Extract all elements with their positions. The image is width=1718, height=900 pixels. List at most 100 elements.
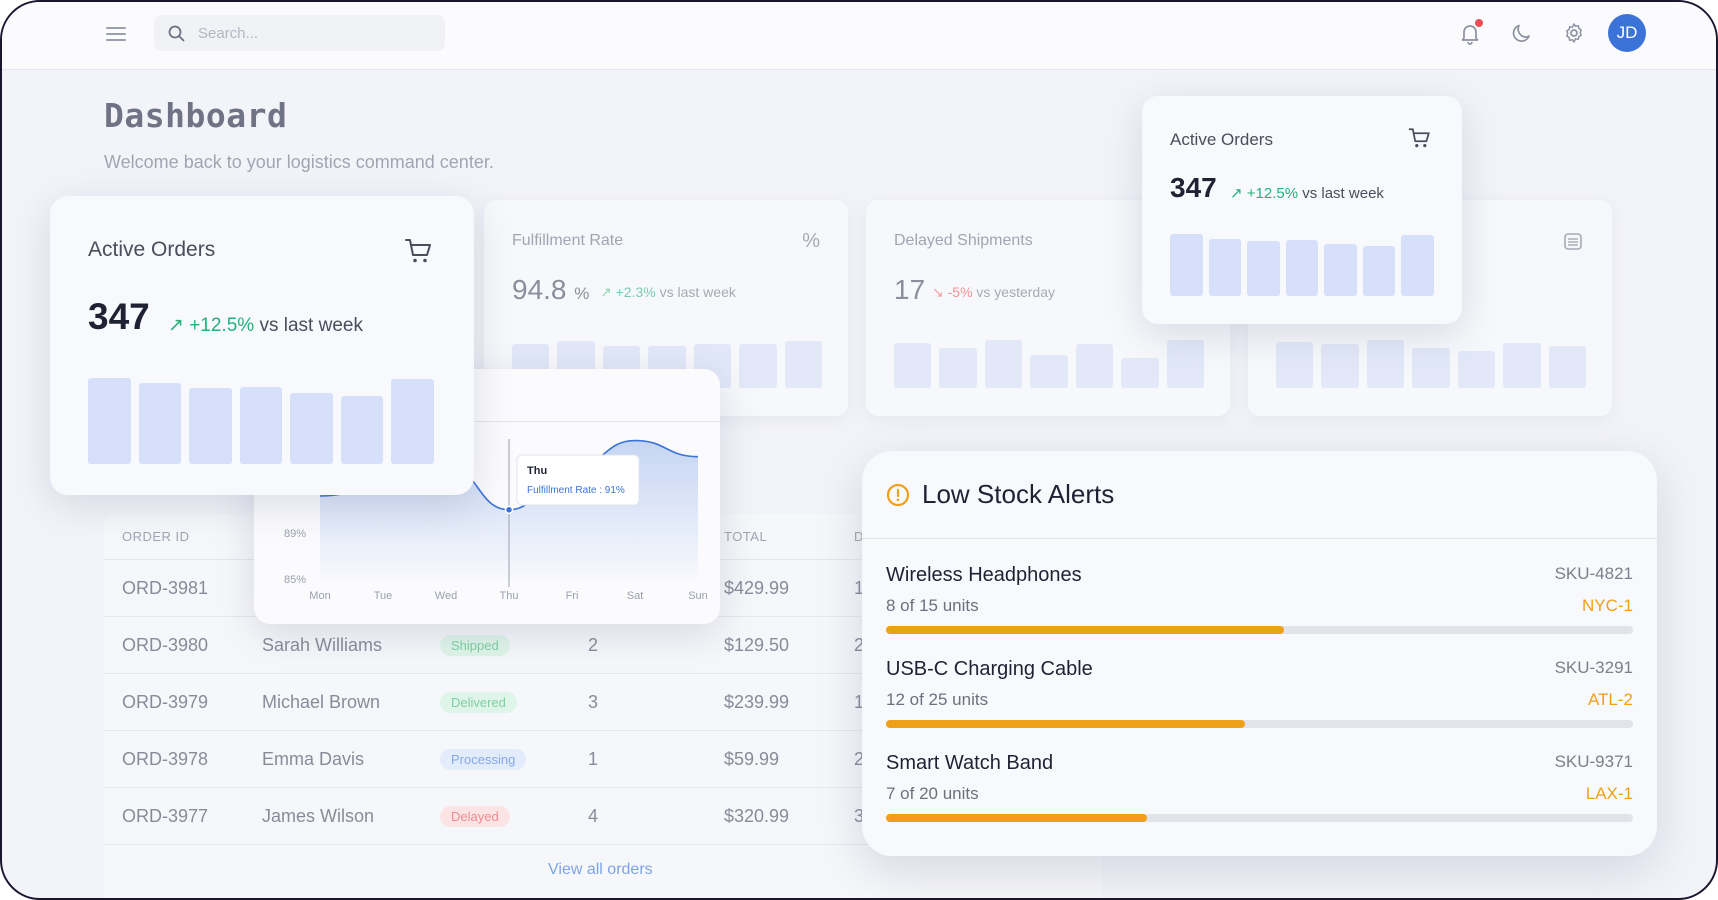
mini-bar <box>1208 238 1242 296</box>
status-badge: Processing <box>440 749 527 770</box>
product-name: Wireless Headphones <box>886 564 1082 586</box>
stat-value: 94.8 <box>512 274 567 305</box>
low-stock-item[interactable]: USB-C Charging Cable SKU-3291 12 of 25 uni… <box>886 658 1633 740</box>
stat-card-value: 94.8 % <box>512 274 589 306</box>
mini-bar <box>894 343 932 388</box>
chart-x-tick-label: Thu <box>500 590 519 602</box>
percent-icon: % <box>802 230 820 252</box>
stat-card-title: Delayed Shipments <box>894 232 1033 249</box>
stat-change-value: -5% <box>947 284 973 300</box>
chart-tooltip-day: Thu <box>527 465 547 477</box>
stat-unit: % <box>574 284 590 303</box>
stat-change-note: vs last week <box>1302 185 1384 202</box>
stat-card-change: ↗ +12.5% vs last week <box>168 314 363 337</box>
stock-progress-track <box>886 626 1633 634</box>
mini-bar <box>1285 240 1319 296</box>
table-cell-id: ORD-3978 <box>122 749 209 769</box>
mini-bar <box>340 395 384 464</box>
table-cell-customer: Michael Brown <box>262 692 381 712</box>
mini-bar <box>939 348 977 388</box>
mini-bar-chart <box>894 322 1204 388</box>
mini-bar <box>1075 344 1114 388</box>
chart-x-tick-label: Wed <box>435 590 457 602</box>
stock-units: 8 of 15 units <box>886 596 979 615</box>
trend-up-icon: ↗ <box>1230 185 1243 202</box>
product-sku: SKU-9371 <box>1554 752 1633 771</box>
low-stock-header: Low Stock Alerts <box>862 451 1657 539</box>
stat-card-title: Active Orders <box>1170 130 1273 149</box>
stat-card-value: 17 <box>894 274 925 306</box>
product-sku: SKU-3291 <box>1554 658 1633 677</box>
trend-down-icon: ↘ <box>932 284 944 300</box>
stat-card-value: 347 <box>1170 172 1217 203</box>
page-subtitle: Welcome back to your logistics command c… <box>104 152 494 172</box>
settings-gear-icon[interactable] <box>1562 21 1588 47</box>
trend-up-icon: ↗ <box>168 315 184 336</box>
stat-change-value: +12.5% <box>189 315 255 336</box>
shopping-cart-icon <box>404 236 434 271</box>
product-name: USB-C Charging Cable <box>886 658 1093 680</box>
warehouse-location: ATL-2 <box>1587 690 1633 709</box>
app-window: JD Dashboard Welcome back to your logist… <box>0 0 1718 900</box>
mini-bar <box>784 341 822 388</box>
view-all-orders-link[interactable]: View all orders <box>548 861 653 879</box>
notification-bell-icon[interactable] <box>1458 19 1484 47</box>
table-cell-total: $429.99 <box>724 578 790 598</box>
table-cell-id: ORD-3977 <box>122 806 209 826</box>
notification-badge <box>1475 19 1483 27</box>
mini-bar <box>1366 340 1405 388</box>
low-stock-item[interactable]: Smart Watch Band SKU-9371 7 of 20 units LAX… <box>886 752 1633 834</box>
stat-card-change: ↗ +12.5% vs last week <box>1230 184 1384 202</box>
status-badge: Delayed <box>440 806 510 827</box>
top-bar: JD <box>2 2 1716 70</box>
user-avatar[interactable]: JD <box>1608 14 1646 52</box>
chart-x-tick-label: Sat <box>627 590 644 602</box>
search-input[interactable] <box>198 15 428 51</box>
mini-bar <box>290 392 333 464</box>
stock-progress-track <box>886 814 1633 822</box>
page-title: Dashboard <box>104 96 288 135</box>
low-stock-item[interactable]: Wireless Headphones SKU-4821 8 of 15 units… <box>886 564 1633 646</box>
menu-icon[interactable] <box>104 24 128 44</box>
table-cell-total: $59.99 <box>724 749 780 769</box>
mini-bar <box>391 378 434 464</box>
trend-up-icon: ↗ <box>600 284 612 300</box>
product-name: Smart Watch Band <box>886 752 1054 774</box>
mini-bar <box>239 387 283 464</box>
chart-tooltip <box>516 454 640 506</box>
stat-change-value: +12.5% <box>1246 185 1299 202</box>
table-cell-id: ORD-3979 <box>122 692 209 712</box>
status-badge: Shipped <box>440 635 510 656</box>
active-orders-card-large: Active Orders 347 ↗ +12.5% vs last week <box>50 196 474 495</box>
shopping-cart-icon <box>1408 126 1432 155</box>
column-header-total: TOTAL <box>724 529 768 544</box>
stat-change-note: vs last week <box>659 284 736 300</box>
mini-bar <box>984 340 1023 388</box>
search-box[interactable] <box>154 15 445 51</box>
mini-bar-chart <box>1170 226 1434 296</box>
search-icon <box>168 25 185 42</box>
mini-bar-chart <box>88 368 434 464</box>
table-cell-customer: Sarah Williams <box>262 635 383 655</box>
table-cell-total: $239.99 <box>724 692 790 712</box>
stock-progress-fill <box>886 814 1148 822</box>
product-sku: SKU-4821 <box>1554 564 1633 583</box>
mini-bar <box>189 388 232 464</box>
stat-card-change: ↘ -5% vs yesterday <box>932 284 1055 301</box>
mini-bar <box>1503 343 1541 388</box>
stock-progress-track <box>886 720 1633 728</box>
chart-x-tick-label: Sun <box>688 590 708 602</box>
warehouse-location: LAX-1 <box>1585 784 1633 803</box>
mini-bar <box>138 383 182 464</box>
low-stock-alerts-card: Low Stock Alerts Wireless Headphones SKU-… <box>862 451 1657 856</box>
dark-mode-moon-icon[interactable] <box>1510 21 1536 47</box>
low-stock-title: Low Stock Alerts <box>922 479 1115 509</box>
table-cell-items: 3 <box>588 692 599 712</box>
warehouse-icon <box>1562 230 1584 257</box>
mini-bar <box>739 344 777 388</box>
mini-bar <box>1166 340 1204 388</box>
stat-card-value: 347 <box>88 296 150 337</box>
stock-units: 7 of 20 units <box>886 784 979 803</box>
active-orders-card-small: Active Orders 347 ↗ +12.5% vs last week <box>1142 96 1462 324</box>
stat-card-title: Fulfillment Rate <box>512 232 624 249</box>
